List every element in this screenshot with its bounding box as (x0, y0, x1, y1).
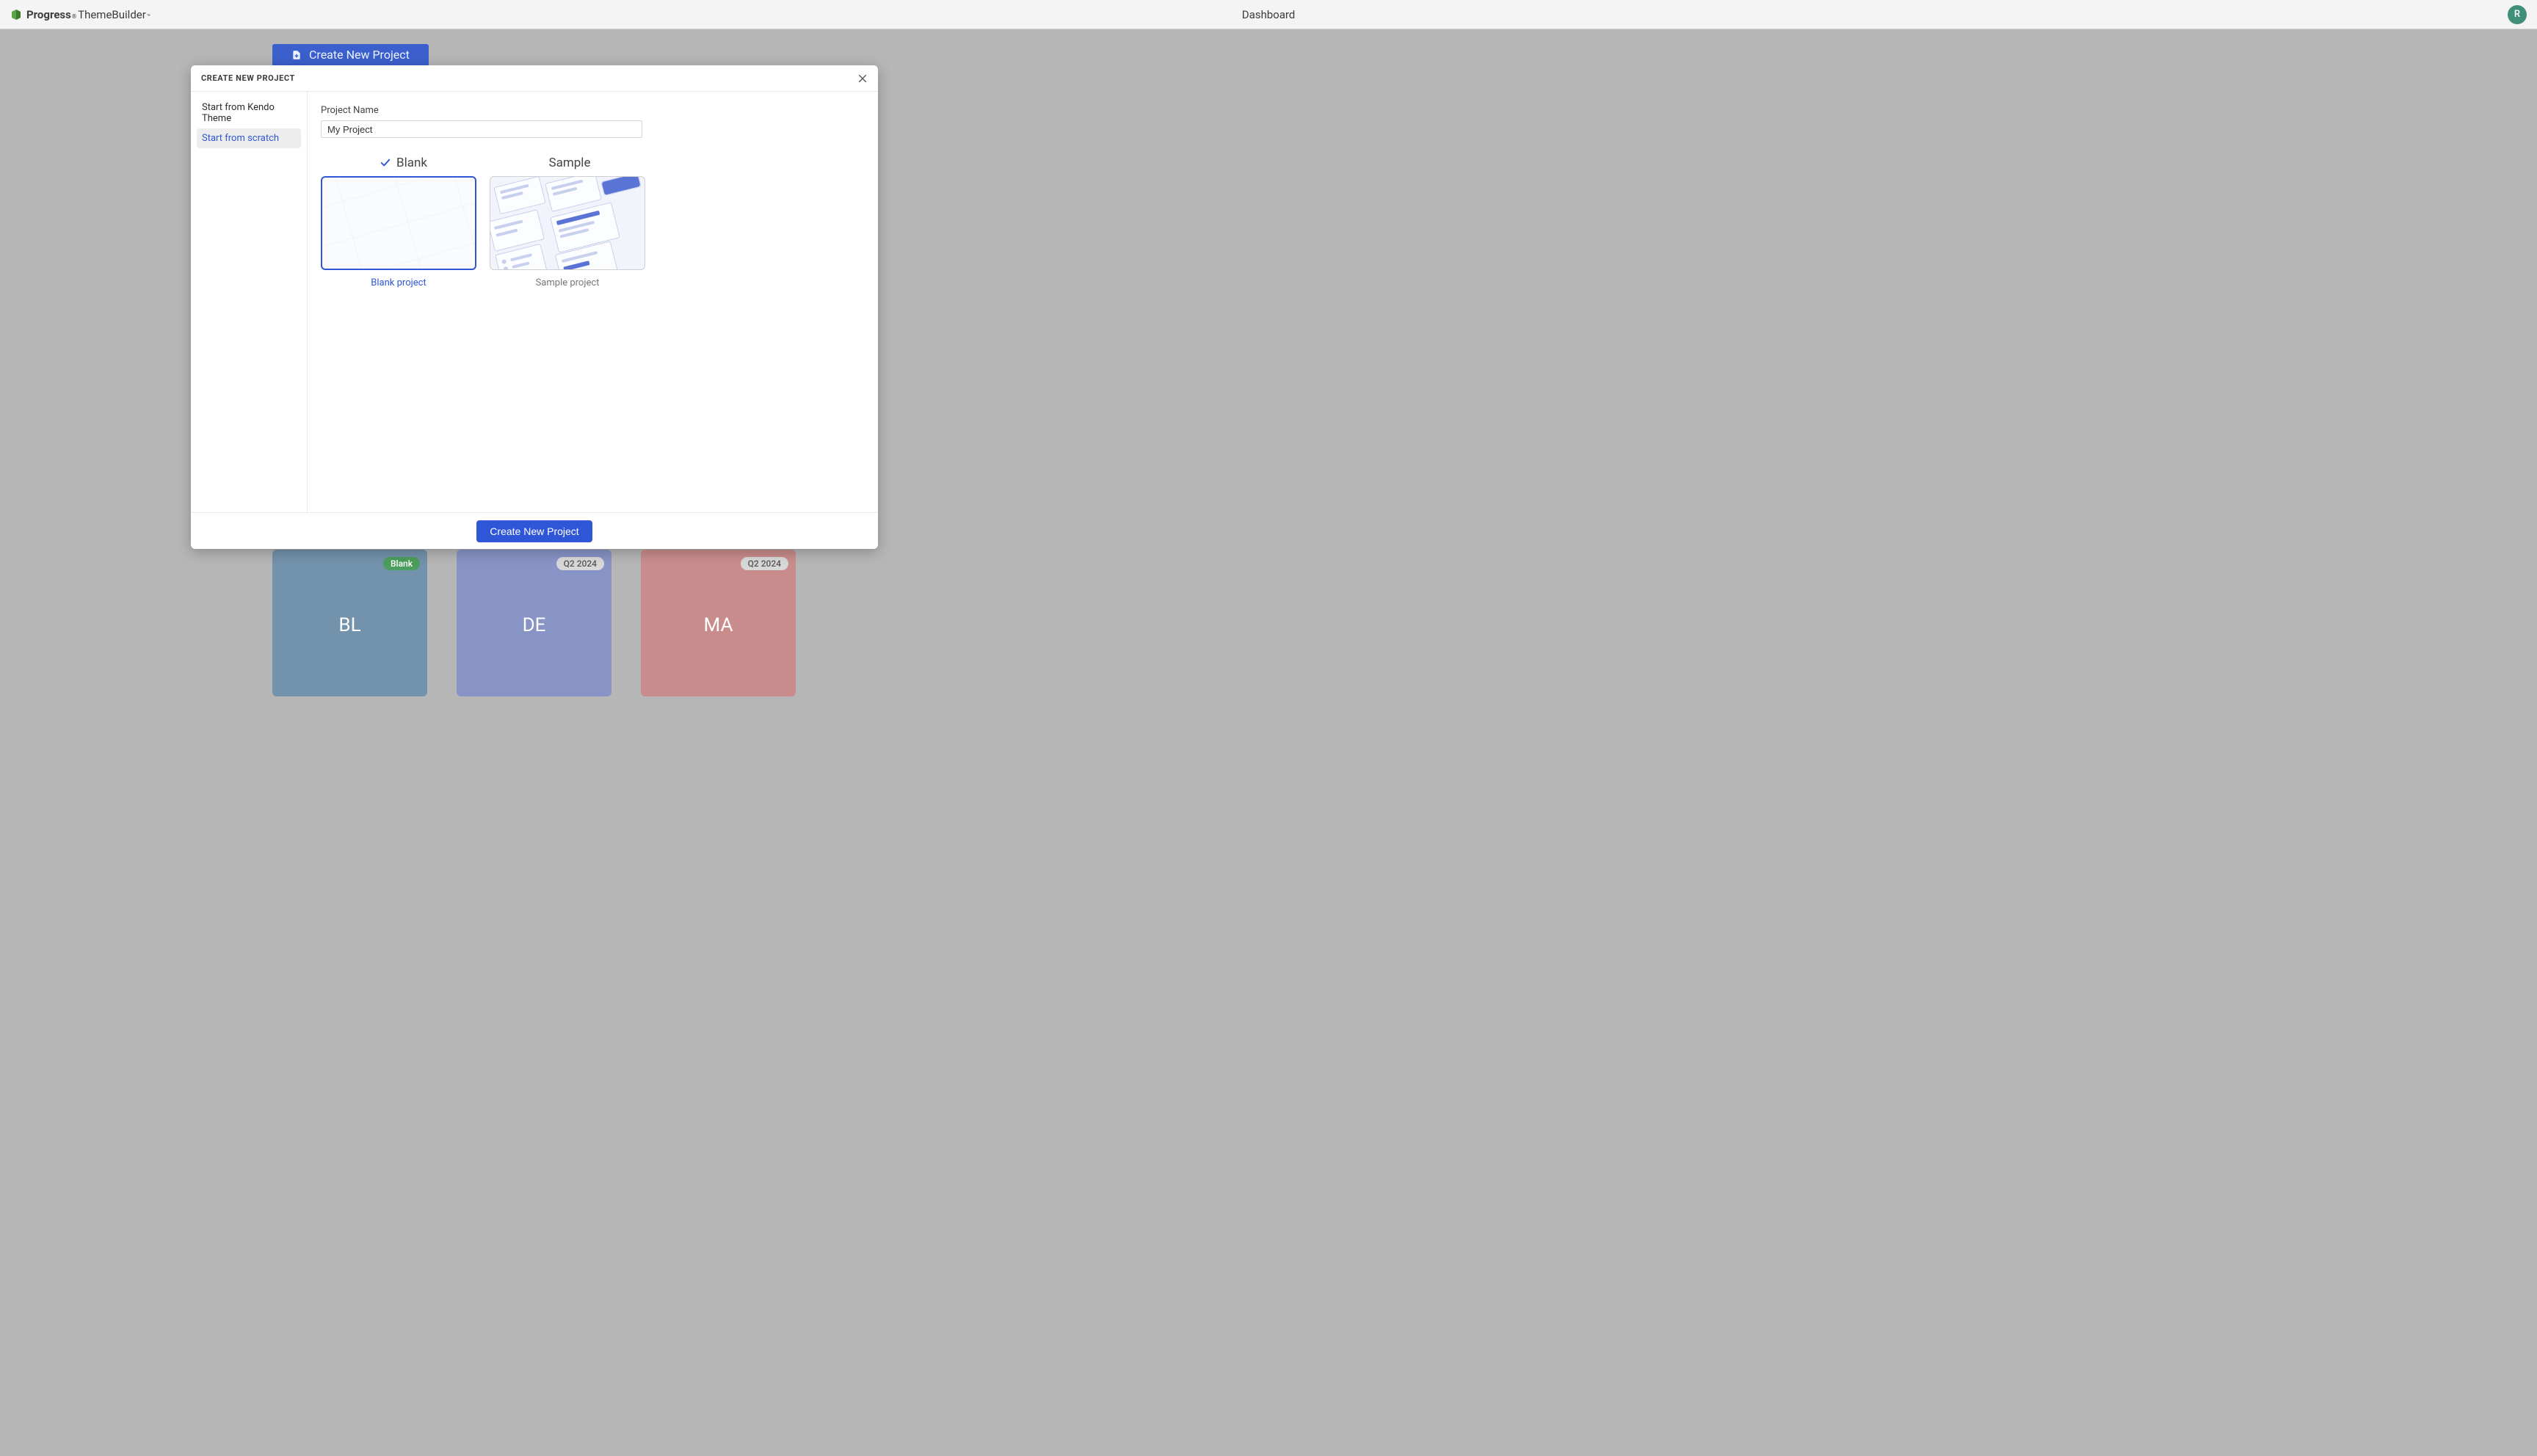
project-initials: DE (523, 614, 546, 636)
project-badge: Q2 2024 (556, 557, 604, 570)
topbar: Progress® ThemeBuilder™ Dashboard R (0, 0, 2537, 29)
project-name-label: Project Name (321, 105, 865, 116)
project-card[interactable]: Q2 2024 MA (641, 550, 796, 696)
close-icon[interactable] (857, 73, 868, 84)
option-preview-blank (321, 176, 476, 270)
sidebar-item-kendo-theme[interactable]: Start from Kendo Theme (197, 98, 301, 128)
modal-title: Create New Project (201, 73, 295, 83)
create-button-label: Create New Project (309, 48, 410, 62)
modal-sidebar: Start from Kendo Theme Start from scratc… (191, 92, 308, 512)
create-new-project-button-bg[interactable]: Create New Project (272, 44, 429, 65)
modal-body: Start from Kendo Theme Start from scratc… (191, 92, 878, 512)
tab-label: Blank (396, 156, 427, 170)
project-card[interactable]: Q2 2024 DE (457, 550, 611, 696)
page-title: Dashboard (0, 8, 2537, 21)
option-caption: Blank project (321, 277, 476, 288)
create-project-modal: Create New Project Start from Kendo Them… (191, 65, 878, 549)
option-sample[interactable]: Sample project (490, 176, 645, 288)
tab-sample[interactable]: Sample (487, 156, 653, 173)
option-preview-sample (490, 176, 645, 270)
project-cards-row: Blank BL Q2 2024 DE Q2 2024 MA (272, 550, 2265, 696)
template-options: Blank project (321, 176, 865, 288)
project-badge: Blank (383, 557, 420, 570)
sidebar-item-scratch[interactable]: Start from scratch (197, 128, 301, 148)
project-card[interactable]: Blank BL (272, 550, 427, 696)
project-initials: BL (338, 614, 360, 636)
tab-blank[interactable]: Blank (321, 156, 487, 173)
new-file-icon (291, 49, 302, 61)
project-initials: MA (704, 614, 733, 636)
modal-footer: Create New Project (191, 512, 878, 549)
option-caption: Sample project (490, 277, 645, 288)
project-name-input[interactable] (321, 120, 642, 138)
create-project-submit-button[interactable]: Create New Project (476, 520, 592, 542)
modal-main: Project Name Blank Sample (308, 92, 878, 512)
dashboard-page: Create New Project Blank BL Q2 2024 DE Q… (0, 29, 2537, 1456)
modal-header: Create New Project (191, 65, 878, 92)
tab-label: Sample (549, 156, 591, 170)
template-tabs: Blank Sample (321, 156, 865, 173)
project-badge: Q2 2024 (741, 557, 788, 570)
check-icon (380, 158, 391, 168)
option-blank[interactable]: Blank project (321, 176, 476, 288)
